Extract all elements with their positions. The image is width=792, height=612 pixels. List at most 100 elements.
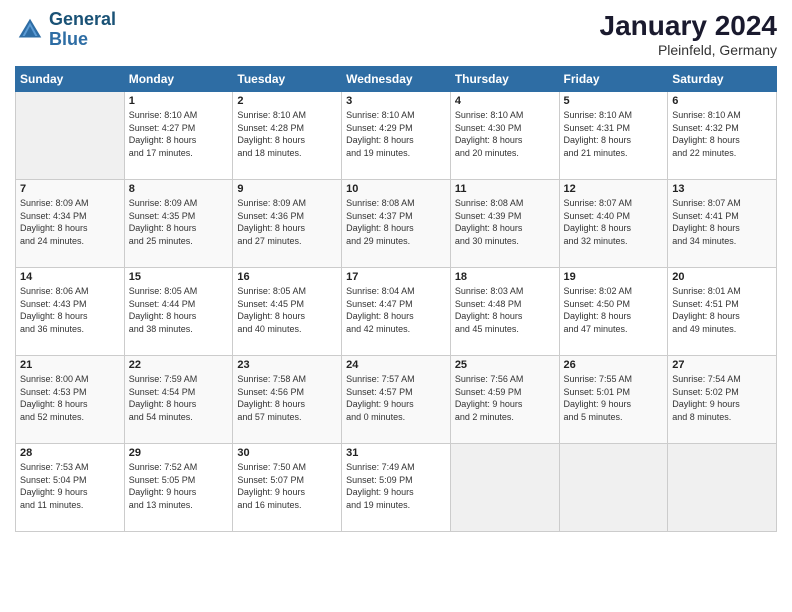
calendar-cell: 29 Sunrise: 7:52 AM Sunset: 5:05 PM Dayli… bbox=[124, 444, 233, 532]
day-number: 15 bbox=[129, 271, 229, 283]
calendar-cell: 27 Sunrise: 7:54 AM Sunset: 5:02 PM Dayli… bbox=[668, 356, 777, 444]
day-info: Sunrise: 7:54 AM Sunset: 5:02 PM Dayligh… bbox=[672, 373, 772, 423]
calendar-cell: 3 Sunrise: 8:10 AM Sunset: 4:29 PM Daylig… bbox=[342, 92, 451, 180]
calendar-week-3: 14 Sunrise: 8:06 AM Sunset: 4:43 PM Dayli… bbox=[16, 268, 777, 356]
day-info: Sunrise: 7:50 AM Sunset: 5:07 PM Dayligh… bbox=[237, 461, 337, 511]
calendar-week-2: 7 Sunrise: 8:09 AM Sunset: 4:34 PM Daylig… bbox=[16, 180, 777, 268]
day-number: 20 bbox=[672, 271, 772, 283]
logo-text: General Blue bbox=[49, 10, 116, 50]
day-number: 16 bbox=[237, 271, 337, 283]
calendar-cell: 10 Sunrise: 8:08 AM Sunset: 4:37 PM Dayli… bbox=[342, 180, 451, 268]
day-number: 29 bbox=[129, 447, 229, 459]
calendar-cell: 15Sunrise: 8:05 AM Sunset: 4:44 PM Dayli… bbox=[124, 268, 233, 356]
calendar-cell: 20 Sunrise: 8:01 AM Sunset: 4:51 PM Dayli… bbox=[668, 268, 777, 356]
calendar-cell: 7 Sunrise: 8:09 AM Sunset: 4:34 PM Daylig… bbox=[16, 180, 125, 268]
calendar-cell: 11Sunrise: 8:08 AM Sunset: 4:39 PM Dayli… bbox=[450, 180, 559, 268]
day-number: 10 bbox=[346, 183, 446, 195]
day-number: 13 bbox=[672, 183, 772, 195]
col-wednesday: Wednesday bbox=[342, 67, 451, 92]
day-number: 12 bbox=[564, 183, 664, 195]
calendar-cell: 19 Sunrise: 8:02 AM Sunset: 4:50 PM Dayli… bbox=[559, 268, 668, 356]
calendar-cell bbox=[668, 444, 777, 532]
calendar-week-1: 1Sunrise: 8:10 AM Sunset: 4:27 PM Daylig… bbox=[16, 92, 777, 180]
day-number: 25 bbox=[455, 359, 555, 371]
calendar-cell: 30 Sunrise: 7:50 AM Sunset: 5:07 PM Dayli… bbox=[233, 444, 342, 532]
calendar-cell: 6 Sunrise: 8:10 AM Sunset: 4:32 PM Daylig… bbox=[668, 92, 777, 180]
day-number: 23 bbox=[237, 359, 337, 371]
day-number: 3 bbox=[346, 95, 446, 107]
day-info: Sunrise: 8:01 AM Sunset: 4:51 PM Dayligh… bbox=[672, 285, 772, 335]
col-friday: Friday bbox=[559, 67, 668, 92]
location: Pleinfeld, Germany bbox=[600, 42, 777, 58]
col-thursday: Thursday bbox=[450, 67, 559, 92]
logo-icon bbox=[15, 15, 45, 45]
day-info: Sunrise: 8:10 AM Sunset: 4:32 PM Dayligh… bbox=[672, 109, 772, 159]
day-number: 24 bbox=[346, 359, 446, 371]
day-info: Sunrise: 8:07 AM Sunset: 4:40 PM Dayligh… bbox=[564, 197, 664, 247]
calendar-cell: 9Sunrise: 8:09 AM Sunset: 4:36 PM Daylig… bbox=[233, 180, 342, 268]
day-number: 30 bbox=[237, 447, 337, 459]
logo-line1: General bbox=[49, 9, 116, 29]
calendar-week-5: 28Sunrise: 7:53 AM Sunset: 5:04 PM Dayli… bbox=[16, 444, 777, 532]
day-info: Sunrise: 8:10 AM Sunset: 4:30 PM Dayligh… bbox=[455, 109, 555, 159]
day-info: Sunrise: 8:00 AM Sunset: 4:53 PM Dayligh… bbox=[20, 373, 120, 423]
logo-line2: Blue bbox=[49, 29, 88, 49]
day-info: Sunrise: 8:10 AM Sunset: 4:29 PM Dayligh… bbox=[346, 109, 446, 159]
day-info: Sunrise: 7:59 AM Sunset: 4:54 PM Dayligh… bbox=[129, 373, 229, 423]
calendar-cell bbox=[450, 444, 559, 532]
calendar-cell bbox=[559, 444, 668, 532]
calendar-cell: 5Sunrise: 8:10 AM Sunset: 4:31 PM Daylig… bbox=[559, 92, 668, 180]
day-number: 9 bbox=[237, 183, 337, 195]
day-number: 4 bbox=[455, 95, 555, 107]
day-number: 11 bbox=[455, 183, 555, 195]
day-info: Sunrise: 8:02 AM Sunset: 4:50 PM Dayligh… bbox=[564, 285, 664, 335]
day-number: 19 bbox=[564, 271, 664, 283]
page-container: General Blue January 2024 Pleinfeld, Ger… bbox=[0, 0, 792, 542]
day-info: Sunrise: 8:09 AM Sunset: 4:35 PM Dayligh… bbox=[129, 197, 229, 247]
calendar-cell: 31Sunrise: 7:49 AM Sunset: 5:09 PM Dayli… bbox=[342, 444, 451, 532]
calendar-cell: 21Sunrise: 8:00 AM Sunset: 4:53 PM Dayli… bbox=[16, 356, 125, 444]
day-number: 17 bbox=[346, 271, 446, 283]
calendar-cell: 28Sunrise: 7:53 AM Sunset: 5:04 PM Dayli… bbox=[16, 444, 125, 532]
header-row: Sunday Monday Tuesday Wednesday Thursday… bbox=[16, 67, 777, 92]
title-area: January 2024 Pleinfeld, Germany bbox=[600, 10, 777, 58]
day-info: Sunrise: 8:07 AM Sunset: 4:41 PM Dayligh… bbox=[672, 197, 772, 247]
day-number: 2 bbox=[237, 95, 337, 107]
day-info: Sunrise: 7:55 AM Sunset: 5:01 PM Dayligh… bbox=[564, 373, 664, 423]
day-info: Sunrise: 8:06 AM Sunset: 4:43 PM Dayligh… bbox=[20, 285, 120, 335]
calendar-cell: 12 Sunrise: 8:07 AM Sunset: 4:40 PM Dayli… bbox=[559, 180, 668, 268]
calendar-cell: 22 Sunrise: 7:59 AM Sunset: 4:54 PM Dayli… bbox=[124, 356, 233, 444]
calendar-cell: 2 Sunrise: 8:10 AM Sunset: 4:28 PM Daylig… bbox=[233, 92, 342, 180]
logo: General Blue bbox=[15, 10, 116, 50]
day-info: Sunrise: 7:57 AM Sunset: 4:57 PM Dayligh… bbox=[346, 373, 446, 423]
day-info: Sunrise: 8:10 AM Sunset: 4:28 PM Dayligh… bbox=[237, 109, 337, 159]
day-info: Sunrise: 8:04 AM Sunset: 4:47 PM Dayligh… bbox=[346, 285, 446, 335]
calendar-body: 1Sunrise: 8:10 AM Sunset: 4:27 PM Daylig… bbox=[16, 92, 777, 532]
day-number: 7 bbox=[20, 183, 120, 195]
day-info: Sunrise: 8:08 AM Sunset: 4:37 PM Dayligh… bbox=[346, 197, 446, 247]
calendar-cell: 14 Sunrise: 8:06 AM Sunset: 4:43 PM Dayli… bbox=[16, 268, 125, 356]
day-info: Sunrise: 7:56 AM Sunset: 4:59 PM Dayligh… bbox=[455, 373, 555, 423]
day-info: Sunrise: 7:58 AM Sunset: 4:56 PM Dayligh… bbox=[237, 373, 337, 423]
col-sunday: Sunday bbox=[16, 67, 125, 92]
day-number: 27 bbox=[672, 359, 772, 371]
calendar-cell bbox=[16, 92, 125, 180]
day-number: 8 bbox=[129, 183, 229, 195]
day-number: 14 bbox=[20, 271, 120, 283]
day-number: 26 bbox=[564, 359, 664, 371]
day-info: Sunrise: 8:05 AM Sunset: 4:45 PM Dayligh… bbox=[237, 285, 337, 335]
calendar-cell: 26 Sunrise: 7:55 AM Sunset: 5:01 PM Dayli… bbox=[559, 356, 668, 444]
day-number: 6 bbox=[672, 95, 772, 107]
calendar-cell: 8 Sunrise: 8:09 AM Sunset: 4:35 PM Daylig… bbox=[124, 180, 233, 268]
calendar-table: Sunday Monday Tuesday Wednesday Thursday… bbox=[15, 66, 777, 532]
day-info: Sunrise: 7:53 AM Sunset: 5:04 PM Dayligh… bbox=[20, 461, 120, 511]
calendar-cell: 23 Sunrise: 7:58 AM Sunset: 4:56 PM Dayli… bbox=[233, 356, 342, 444]
day-number: 1 bbox=[129, 95, 229, 107]
day-number: 22 bbox=[129, 359, 229, 371]
day-info: Sunrise: 8:09 AM Sunset: 4:34 PM Dayligh… bbox=[20, 197, 120, 247]
day-info: Sunrise: 7:52 AM Sunset: 5:05 PM Dayligh… bbox=[129, 461, 229, 511]
day-number: 5 bbox=[564, 95, 664, 107]
calendar-cell: 17 Sunrise: 8:04 AM Sunset: 4:47 PM Dayli… bbox=[342, 268, 451, 356]
day-info: Sunrise: 8:03 AM Sunset: 4:48 PM Dayligh… bbox=[455, 285, 555, 335]
calendar-cell: 4 Sunrise: 8:10 AM Sunset: 4:30 PM Daylig… bbox=[450, 92, 559, 180]
